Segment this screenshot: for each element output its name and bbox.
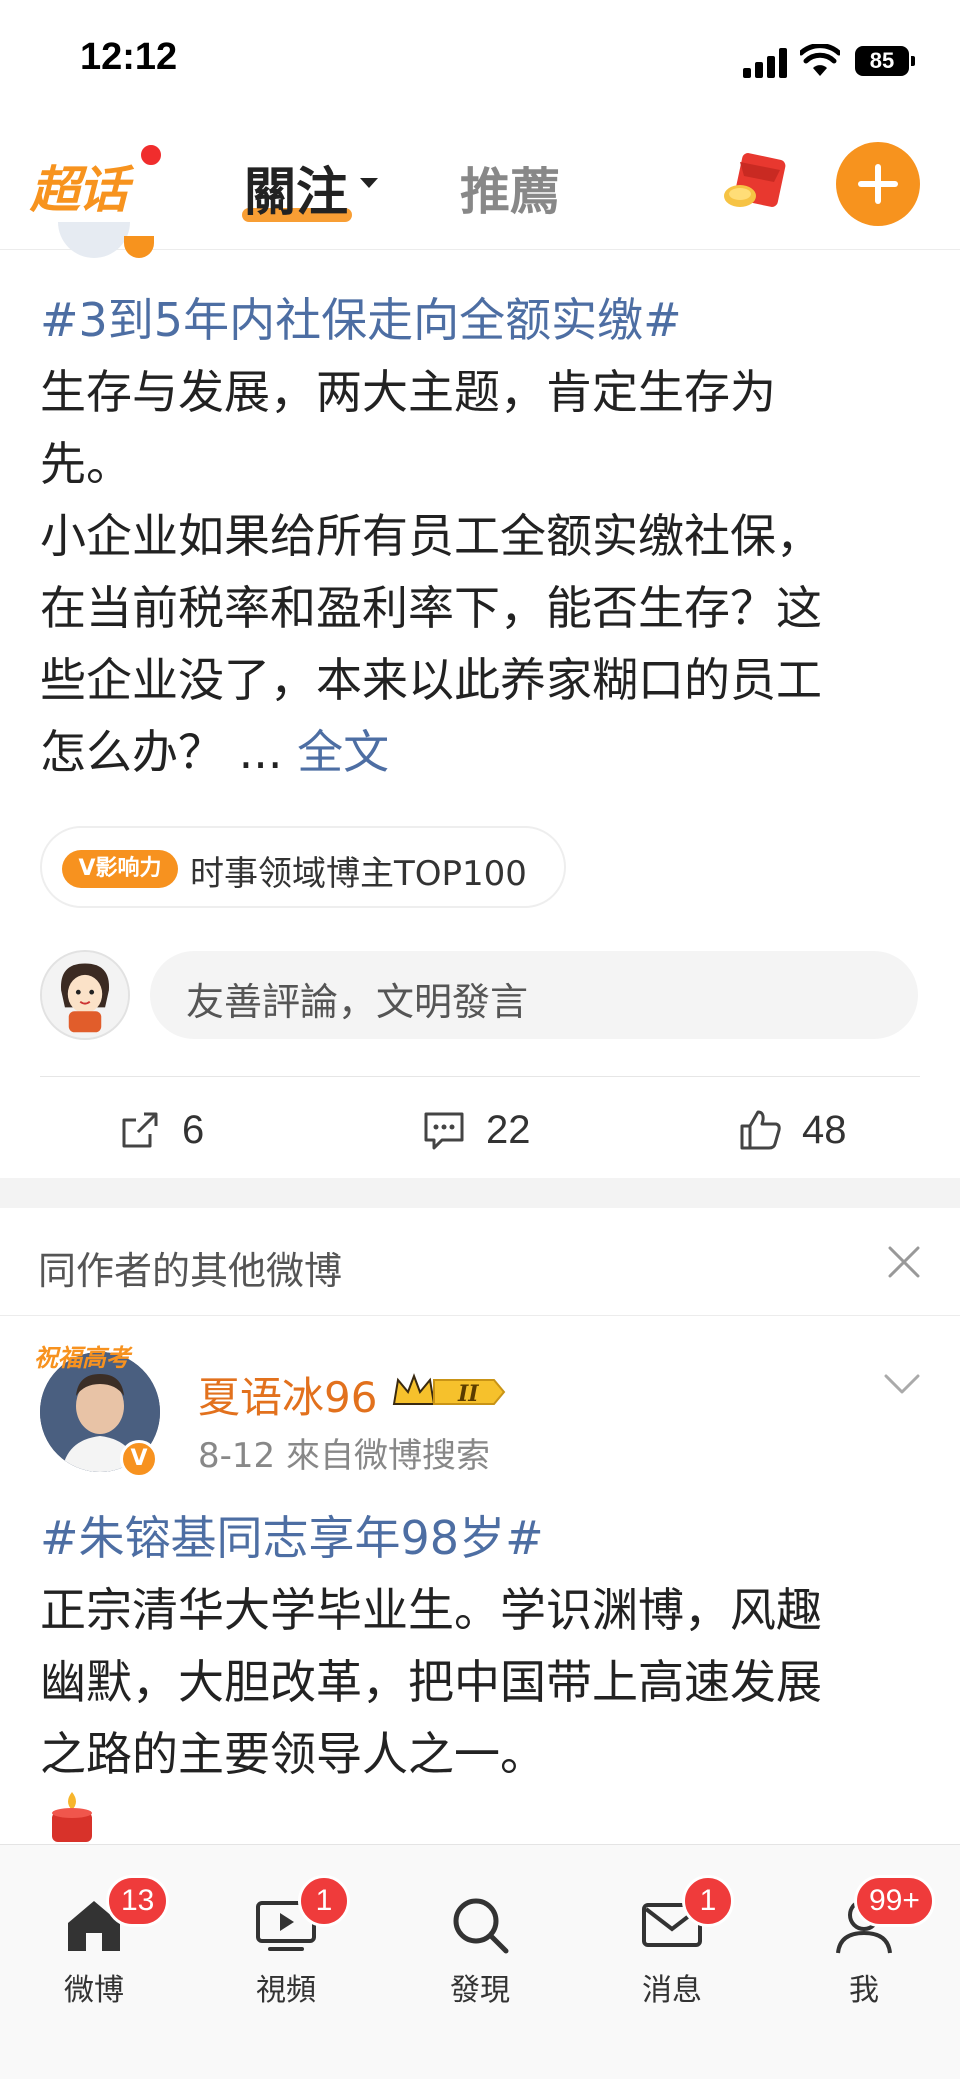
caret-down-icon[interactable] [360,178,378,188]
comment-button[interactable]: 22 [420,1100,531,1160]
post-meta: 8-12 來自微博搜索 [198,1436,490,1476]
cellular-signal-icon [743,48,791,78]
tab-me[interactable]: 我 99+ [804,1875,935,2015]
comment-placeholder: 友善評論，文明發言 [186,980,529,1024]
count-badge: 1 [682,1875,734,1927]
count-badge: 13 [106,1875,170,1927]
post-topic-link[interactable]: #3到5年内社保走向全额实缴# [40,284,920,356]
influence-text: 时事领域博主TOP100 [190,854,527,894]
status-bar: 12:12 85 [0,0,960,120]
count-badge: 99+ [854,1875,935,1927]
tab-video[interactable]: 視頻 1 [226,1875,350,2015]
notification-dot [138,142,164,168]
post-body-last-line: 怎么办？ ... [40,725,283,779]
tab-label: 消息 [642,1973,702,2008]
thumbs-up-icon [740,1110,781,1150]
post-topic-link[interactable]: #朱镕基同志享年98岁# [40,1502,920,1574]
search-icon [453,1898,509,1954]
share-count: 6 [182,1107,205,1152]
tab-label: 微博 [64,1973,124,2008]
comment-count: 22 [486,1107,531,1152]
section-title: 同作者的其他微博 [38,1249,343,1293]
status-time: 12:12 [80,36,178,78]
avatar-banner: 祝福高考 [34,1344,130,1372]
verified-badge [124,236,154,258]
tab-discover[interactable]: 發現 [420,1875,540,2015]
influence-badge[interactable]: V影响力 时事领域博主TOP100 [40,826,566,908]
count-badge: 1 [298,1875,350,1927]
chevron-down-icon[interactable] [882,1370,922,1398]
avatar[interactable] [58,222,130,258]
candle-icon [52,1792,92,1842]
comment-icon [424,1112,464,1150]
crown-level-icon: II [392,1373,506,1407]
post-body-line: 之路的主要领导人之一。 [40,1727,546,1781]
author-name[interactable]: 夏语冰96 [198,1364,377,1425]
tab-recommend[interactable]: 推薦 [460,152,560,224]
level-badge: II [457,1381,479,1407]
chaohua-button[interactable]: 超话 [30,150,128,222]
verified-badge: V [120,1440,158,1478]
divider [40,1076,920,1077]
tab-messages[interactable]: 消息 1 [612,1875,734,2015]
comment-input[interactable]: 友善評論，文明發言 [150,951,918,1039]
battery-indicator: 85 [855,46,915,76]
like-count: 48 [802,1107,847,1152]
tab-label: 發現 [450,1973,510,2008]
post-body: 生存与发展，两大主题，肯定生存为 先。 小企业如果给所有员工全额实缴社保， 在当… [40,356,920,788]
close-icon[interactable] [886,1244,922,1280]
tab-weibo[interactable]: 微博 13 [34,1875,170,2015]
post-body-line: 幽默，大胆改革，把中国带上高速发展 [40,1655,822,1709]
wifi-icon [800,44,840,76]
share-icon [122,1112,158,1148]
tab-label: 我 [849,1973,879,2008]
post-body-line: 怎么办？ ... 全文 [40,716,920,788]
bottom-tab-bar: 微博 13 視頻 1 發現 消息 1 我 99+ [0,1844,960,2079]
like-button[interactable]: 48 [736,1100,847,1160]
tab-follow[interactable]: 關注 [244,150,348,225]
post-body-line: 些企业没了，本来以此养家糊口的员工 [40,653,822,707]
top-navigation: 超话 關注 推薦 [0,120,960,250]
user-avatar [40,950,130,1040]
share-button[interactable]: 6 [116,1100,204,1160]
section-gap [0,1178,960,1208]
red-packet-icon[interactable] [718,148,790,220]
full-text-link[interactable]: 全文 [297,725,389,779]
post-body-line: 小企业如果给所有员工全额实缴社保， [40,509,822,563]
post-body: 正宗清华大学毕业生。学识渊博，风趣 幽默，大胆改革，把中国带上高速发展 之路的主… [40,1574,920,1790]
tab-label: 視頻 [256,1973,316,2008]
more-from-author-header: 同作者的其他微博 [0,1208,960,1316]
post-body-line: 生存与发展，两大主题，肯定生存为 [40,365,776,419]
compose-button[interactable] [836,142,920,226]
post-body-line: 先。 [40,437,132,491]
post-body-line: 在当前税率和盈利率下，能否生存？这 [40,581,822,635]
post-body-line: 正宗清华大学毕业生。学识渊博，风趣 [40,1583,822,1637]
tab-follow-label: 關注 [244,163,349,223]
influence-tag: V影响力 [62,850,178,888]
